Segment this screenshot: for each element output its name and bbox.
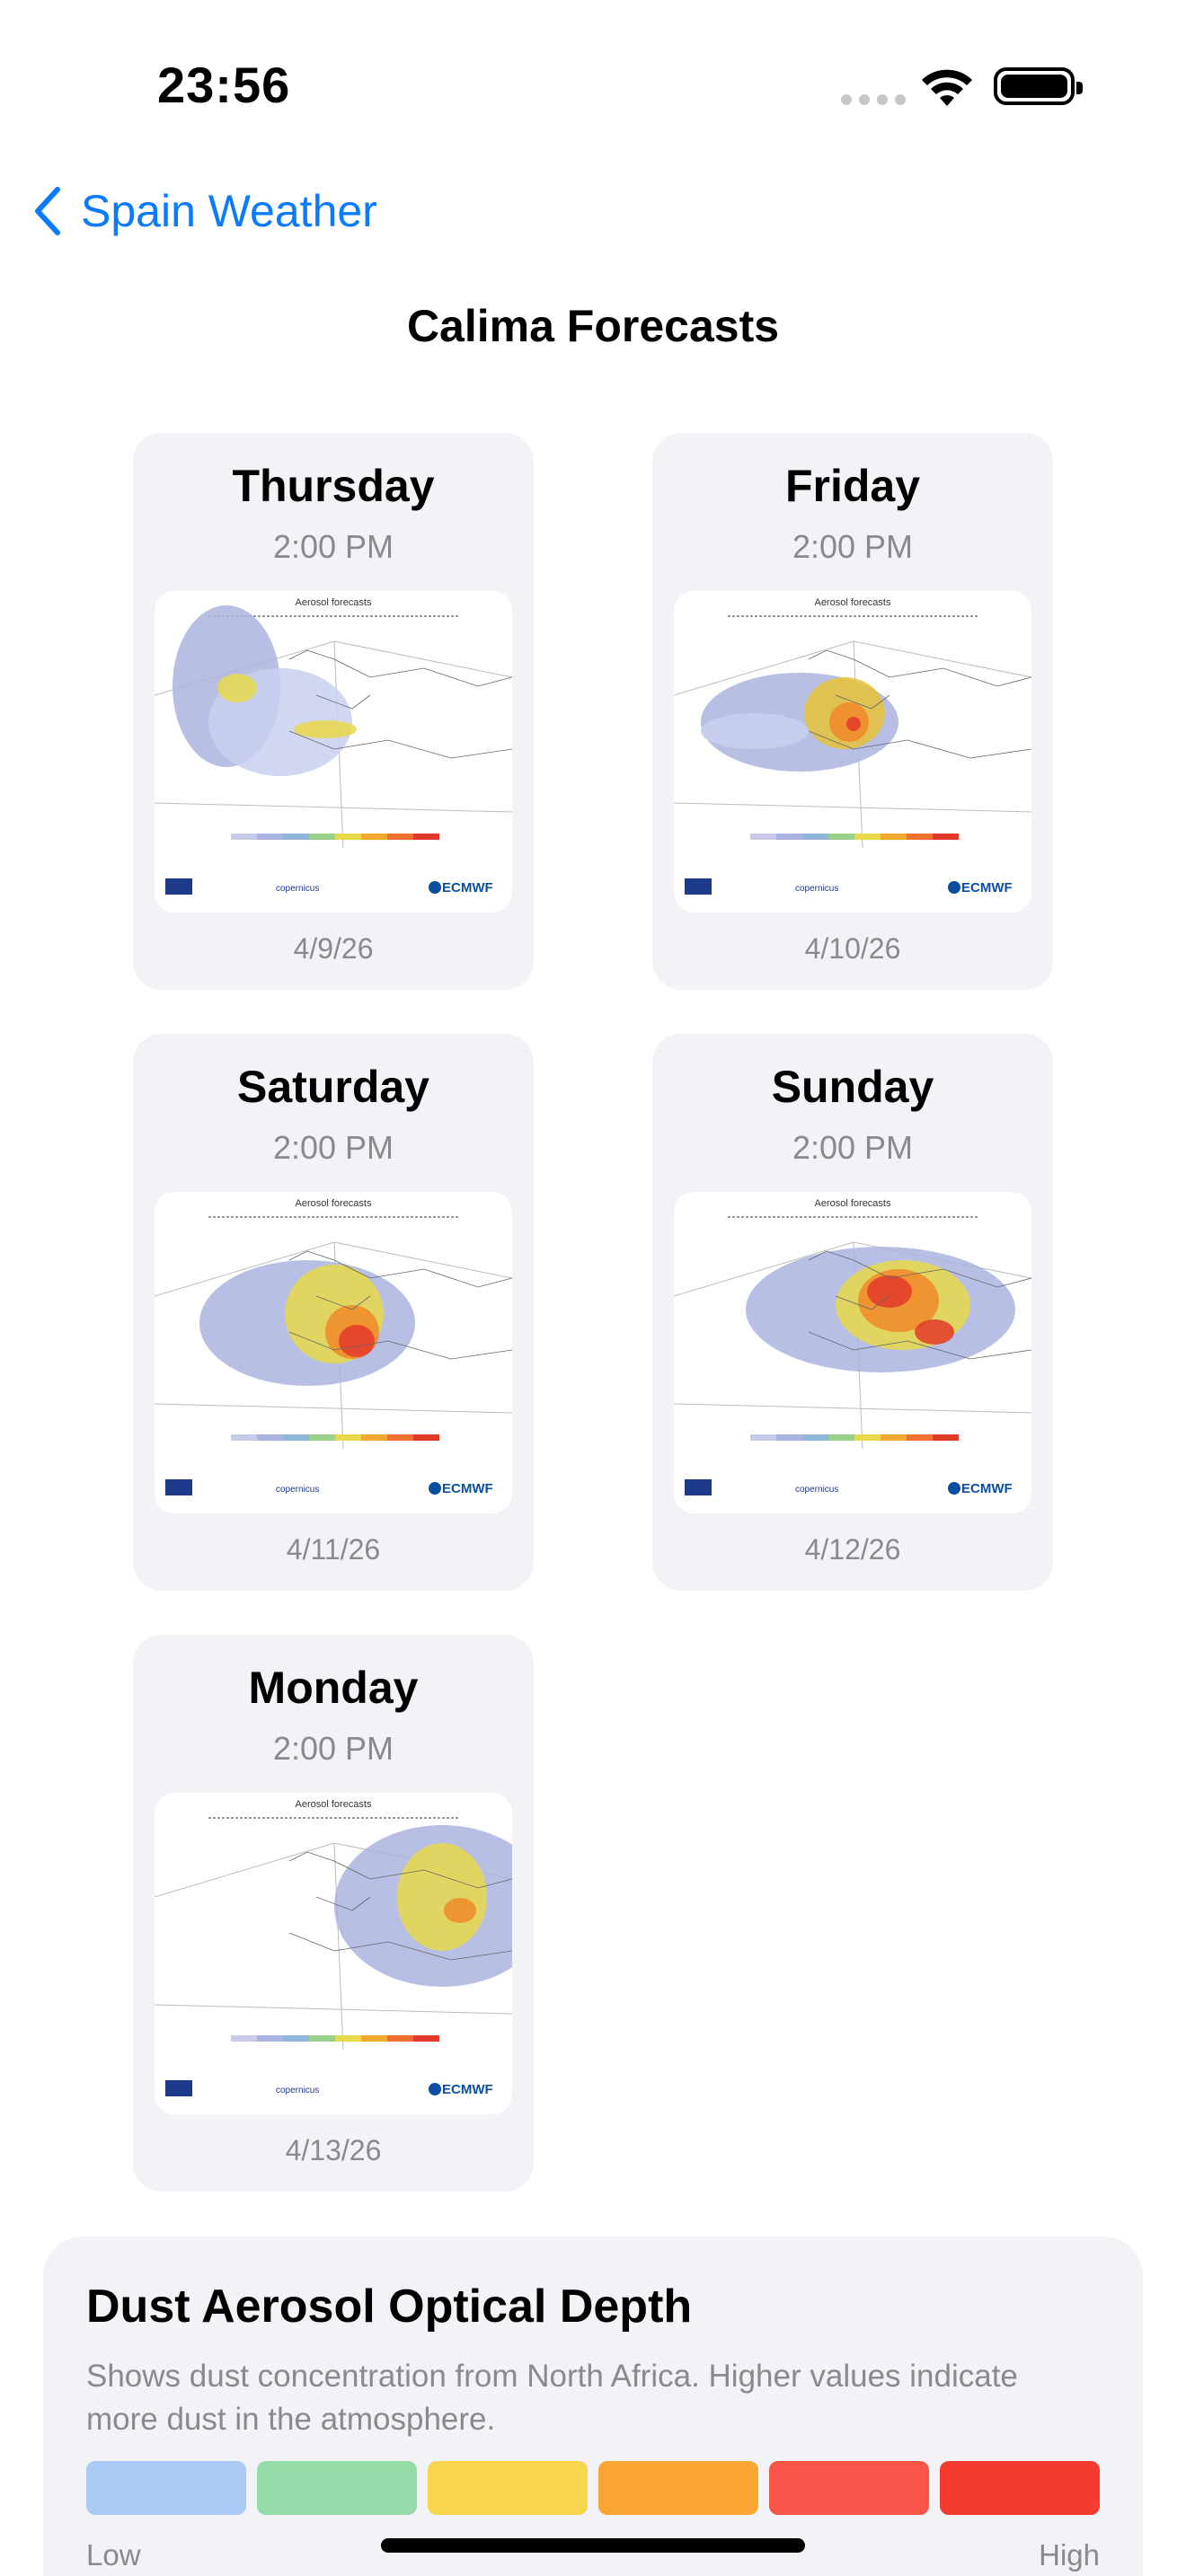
forecast-day: Saturday [237,1062,429,1112]
aerosol-map-image: Aerosol forecasts copernicus ECMWF [155,1192,512,1513]
forecast-date: 4/12/26 [804,1533,901,1566]
back-button[interactable]: Spain Weather [31,180,377,243]
ecmwf-logo-text: ECMWF [961,880,1013,895]
aerosol-map-image: Aerosol forecasts copernicus ECMWF [674,1192,1031,1513]
forecast-date: 4/10/26 [804,932,901,965]
forecast-day: Monday [248,1663,419,1713]
forecast-time: 2:00 PM [792,1129,914,1166]
map-title: Aerosol forecasts [296,1799,372,1810]
scale-segment [428,2461,588,2515]
svg-text:copernicus: copernicus [276,1485,319,1495]
page-title: Calima Forecasts [406,301,780,351]
forecast-date: 4/13/26 [285,2134,382,2166]
scale-high-label: High [1039,2538,1100,2572]
status-time: 23:56 [157,57,291,113]
home-indicator [381,2538,805,2553]
forecast-day: Sunday [771,1062,934,1112]
forecast-time: 2:00 PM [272,528,394,565]
scale-segment [86,2461,246,2515]
map-title: Aerosol forecasts [815,597,891,608]
dust-color-scale [86,2461,1100,2515]
svg-text:copernicus: copernicus [276,2086,319,2095]
ecmwf-logo-text: ECMWF [442,1481,493,1496]
forecast-time: 2:00 PM [792,528,914,565]
chevron-left-icon [35,187,60,235]
aerosol-map-image: Aerosol forecasts copernicus ECMWF [155,591,512,913]
forecast-date: 4/11/26 [286,1533,381,1566]
aerosol-map-image: Aerosol forecasts copernicus ECMWF [674,591,1031,913]
forecast-card-saturday[interactable]: Saturday 2:00 PM Aerosol forecasts copern… [133,1034,534,1591]
ecmwf-logo-icon [429,2083,441,2095]
ecmwf-logo-text: ECMWF [442,2082,493,2097]
forecast-card-thursday[interactable]: Thursday 2:00 PM Aerosol forecasts copern… [133,433,534,990]
forecast-day: Thursday [232,461,435,511]
battery-icon [994,67,1083,105]
screen: 23:56 Spain Weather Calima Forecasts Thu… [0,0,1186,2576]
aerosol-map-image: Aerosol forecasts copernicus ECMWF [155,1793,512,2114]
back-label: Spain Weather [81,186,377,236]
map-title: Aerosol forecasts [296,1198,372,1209]
map-title: Aerosol forecasts [296,597,372,608]
forecast-day: Friday [784,461,921,511]
info-description: Shows dust concentration from North Afri… [86,2359,1018,2437]
info-title: Dust Aerosol Optical Depth [86,2280,693,2333]
signal-dots-icon [841,94,906,105]
ecmwf-logo-icon [429,881,441,894]
forecast-time: 2:00 PM [272,1730,394,1767]
forecast-date: 4/9/26 [293,932,374,965]
scale-segment [257,2461,417,2515]
ecmwf-logo-text: ECMWF [442,880,493,895]
forecast-card-friday[interactable]: Friday 2:00 PM Aerosol forecasts copernic… [652,433,1053,990]
ecmwf-logo-text: ECMWF [961,1481,1013,1496]
forecast-card-monday[interactable]: Monday 2:00 PM Aerosol forecasts copernic… [133,1635,534,2192]
ecmwf-logo-icon [948,881,960,894]
dust-info-panel: Dust Aerosol Optical Depth Shows dust co… [43,2236,1143,2576]
scale-segment [940,2461,1100,2515]
svg-text:copernicus: copernicus [795,884,838,894]
wifi-icon [922,69,972,106]
ecmwf-logo-icon [429,1482,441,1495]
scale-low-label: Low [86,2538,141,2572]
svg-text:copernicus: copernicus [276,884,319,894]
forecast-time: 2:00 PM [272,1129,394,1166]
scale-segment [769,2461,929,2515]
map-title: Aerosol forecasts [815,1198,891,1209]
ecmwf-logo-icon [948,1482,960,1495]
forecast-card-sunday[interactable]: Sunday 2:00 PM Aerosol forecasts copernic… [652,1034,1053,1591]
scale-segment [598,2461,758,2515]
svg-text:copernicus: copernicus [795,1485,838,1495]
